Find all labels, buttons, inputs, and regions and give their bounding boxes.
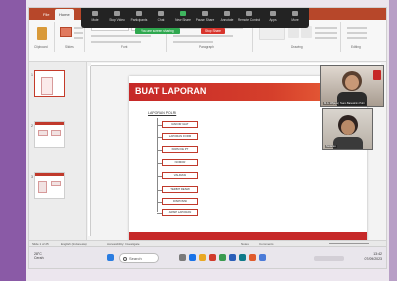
zoom-app-icon[interactable] bbox=[189, 254, 196, 261]
tab-home[interactable]: Home bbox=[55, 9, 74, 20]
tab-file[interactable]: File bbox=[39, 9, 53, 20]
system-tray-icons[interactable] bbox=[314, 256, 344, 261]
ribbon-group-editing: Editing bbox=[343, 22, 383, 52]
new-slide-icon[interactable] bbox=[60, 27, 72, 37]
select-button[interactable] bbox=[347, 37, 367, 39]
diagram-title: LAPORAN POLRI bbox=[148, 111, 177, 115]
background-right-bar bbox=[389, 0, 397, 281]
pause-share-button[interactable]: Pause Share bbox=[193, 10, 217, 26]
edge-icon[interactable] bbox=[239, 254, 246, 261]
slide-thumbnail[interactable] bbox=[34, 121, 65, 148]
stop-video-button[interactable]: Stop Video bbox=[105, 10, 129, 26]
powerpoint-window: File Home Clipboard Slides Font Paragrap… bbox=[28, 7, 387, 269]
screen-sharing-banner: You are screen sharing bbox=[135, 28, 180, 34]
shapes-gallery[interactable] bbox=[259, 26, 285, 40]
start-icon[interactable] bbox=[107, 254, 114, 261]
more-button[interactable]: More bbox=[283, 10, 307, 26]
participants-icon bbox=[136, 11, 142, 16]
diagram-node: NOMOR bbox=[162, 159, 198, 166]
zoom-slider[interactable] bbox=[329, 243, 369, 244]
find-button[interactable] bbox=[347, 27, 367, 29]
annotate-button[interactable]: Annotate bbox=[215, 10, 239, 26]
diagram-node: TERBIT RESMI bbox=[162, 186, 198, 193]
pause-icon bbox=[202, 11, 208, 16]
apps-icon bbox=[270, 11, 276, 16]
paragraph-align-buttons[interactable] bbox=[173, 35, 233, 37]
zoom-meeting-toolbar: Mute Stop Video Participants Chat New Sh… bbox=[81, 8, 309, 28]
background-left-bar bbox=[0, 0, 26, 281]
file-explorer-icon[interactable] bbox=[199, 254, 206, 261]
chat-icon bbox=[158, 11, 164, 16]
task-view-icon[interactable] bbox=[179, 254, 186, 261]
new-share-button[interactable]: New Share bbox=[171, 10, 195, 26]
slide-title[interactable]: BUAT LAPORAN bbox=[135, 86, 206, 96]
diagram-connector bbox=[157, 118, 158, 212]
microphone-icon bbox=[92, 11, 98, 16]
diagram-node: LAPORAN FORM bbox=[162, 133, 198, 140]
pen-icon bbox=[224, 11, 230, 16]
ribbon-group-clipboard: Clipboard bbox=[31, 22, 55, 52]
search-input[interactable]: Search bbox=[119, 253, 159, 263]
font-format-buttons[interactable] bbox=[91, 35, 151, 37]
diagram-node: ARSIP LAPORAN bbox=[162, 209, 198, 216]
clock[interactable]: 13:42 07/09/2023 bbox=[364, 252, 382, 262]
stop-share-button[interactable]: Stop Share bbox=[201, 28, 225, 34]
chrome-icon[interactable] bbox=[219, 254, 226, 261]
slide-thumbnails-pane: 1 2 3 bbox=[29, 62, 87, 240]
paste-icon[interactable] bbox=[37, 27, 47, 40]
participants-button[interactable]: Participants bbox=[127, 10, 151, 26]
participant-name: M.A. Wijaya | Team Bareskrim Polri bbox=[323, 102, 366, 105]
windows-taskbar: 28°C Cerah Search 13:42 07/09/2023 bbox=[29, 246, 386, 268]
app-icon[interactable] bbox=[249, 254, 256, 261]
search-icon bbox=[123, 256, 127, 261]
vertical-ruler bbox=[88, 66, 91, 236]
participant-name: Sudarso bbox=[325, 145, 337, 148]
apps-button[interactable]: Apps bbox=[261, 10, 285, 26]
more-icon bbox=[292, 11, 298, 16]
camera-icon bbox=[114, 11, 120, 16]
word-app-icon[interactable] bbox=[229, 254, 236, 261]
slide-thumbnail[interactable] bbox=[34, 70, 65, 97]
diagram-node: KIRIM KE PT bbox=[162, 146, 198, 153]
slide-thumbnail[interactable] bbox=[34, 172, 65, 199]
diagram-node: VALIDASI bbox=[162, 172, 198, 179]
powerpoint-app-icon[interactable] bbox=[209, 254, 216, 261]
app-icon[interactable] bbox=[259, 254, 266, 261]
weather-widget[interactable]: 28°C Cerah bbox=[34, 252, 44, 260]
chat-button[interactable]: Chat bbox=[149, 10, 173, 26]
participant-video-tile[interactable]: Sudarso bbox=[322, 108, 373, 150]
mute-button[interactable]: Mute bbox=[83, 10, 107, 26]
diagram-node: DISPOSISI bbox=[162, 198, 198, 205]
participant-video-tile[interactable]: M.A. Wijaya | Team Bareskrim Polri bbox=[320, 65, 384, 107]
replace-button[interactable] bbox=[347, 32, 367, 34]
share-icon bbox=[180, 11, 186, 16]
remote-control-icon bbox=[246, 11, 252, 16]
emblem-icon bbox=[373, 70, 381, 80]
diagram-node: RAKOR GIAT bbox=[162, 121, 198, 128]
remote-control-button[interactable]: Remote Control bbox=[237, 10, 261, 26]
